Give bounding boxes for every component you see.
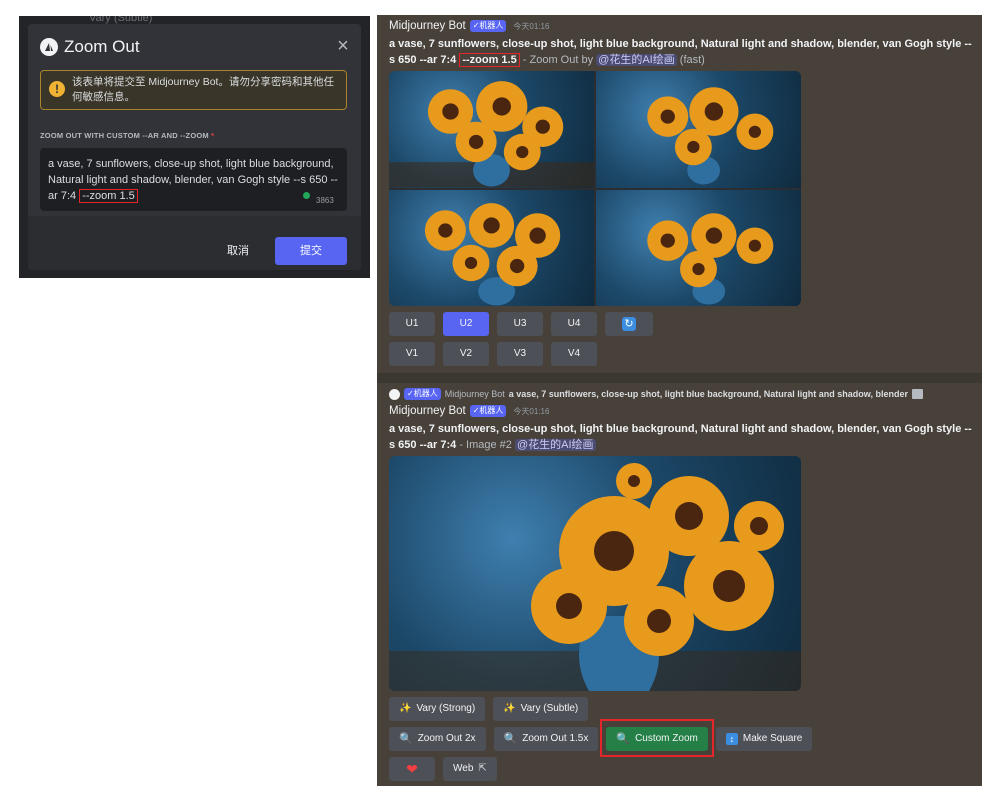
midjourney-logo-icon — [40, 38, 58, 56]
prompt-textarea[interactable]: a vase, 7 sunflowers, close-up shot, lig… — [40, 148, 347, 211]
grid-image-2[interactable] — [596, 71, 801, 188]
zoom-out-2x-button[interactable]: 🔍 Zoom Out 2x — [389, 727, 486, 751]
make-square-label: Make Square — [742, 733, 803, 744]
timestamp: 今天01:16 — [513, 21, 550, 31]
background-vary-subtle-text: Vary (Subtle) — [89, 16, 153, 24]
message-header: Midjourney Bot ✓机器人 今天01:16 — [389, 405, 549, 417]
message-content: a vase, 7 sunflowers, close-up shot, lig… — [389, 421, 974, 453]
zoom-field-label: ZOOM OUT WITH CUSTOM --AR AND --ZOOM * — [40, 131, 214, 140]
vary-button-row: ✨ Vary (Strong) ✨ Vary (Subtle) — [389, 697, 589, 721]
v3-button[interactable]: V3 — [497, 342, 543, 366]
cancel-button[interactable]: 取消 — [218, 238, 258, 264]
magnify-icon: 🔍 — [399, 733, 413, 745]
vary-subtle-label: Vary (Subtle) — [520, 703, 579, 714]
bot-badge: ✓机器人 — [404, 388, 441, 400]
upscaled-image[interactable] — [389, 456, 801, 691]
zoom-out-2x-label: Zoom Out 2x — [417, 733, 476, 744]
warning-text: 该表单将提交至 Midjourney Bot。请勿分享密码和其他任何敏感信息。 — [72, 76, 334, 103]
zoom-out-suffix: - Zoom Out by — [519, 54, 597, 66]
warning-icon: ! — [49, 81, 65, 97]
reply-reference[interactable]: ✓机器人 Midjourney Bot a vase, 7 sunflowers… — [389, 388, 923, 400]
close-icon[interactable]: × — [333, 36, 353, 56]
bot-avatar-icon — [389, 388, 400, 400]
u4-button[interactable]: U4 — [551, 312, 597, 336]
v4-button[interactable]: V4 — [551, 342, 597, 366]
v1-button[interactable]: V1 — [389, 342, 435, 366]
action-button-row: ❤ Web ⇱ — [389, 757, 497, 781]
character-count: 3863 — [316, 196, 334, 205]
web-label: Web — [453, 763, 474, 774]
user-mention[interactable]: @花生的AI绘画 — [514, 439, 596, 451]
image-icon — [911, 389, 923, 399]
u2-button[interactable]: U2 — [443, 312, 489, 336]
mode-label: (fast) — [676, 54, 705, 66]
vary-subtle-button[interactable]: ✨ Vary (Subtle) — [493, 697, 589, 721]
web-button[interactable]: Web ⇱ — [443, 757, 497, 781]
image-number-suffix: - Image #2 — [456, 439, 515, 451]
author-name[interactable]: Midjourney Bot — [389, 20, 466, 32]
custom-zoom-highlight — [600, 719, 714, 757]
user-mention[interactable]: @花生的AI绘画 — [596, 54, 677, 66]
zoom-value-highlight: --zoom 1.5 — [79, 189, 138, 203]
grid-image-1[interactable] — [389, 71, 594, 188]
sparkle-icon: ✨ — [503, 703, 516, 714]
reply-author: Midjourney Bot — [444, 389, 505, 399]
zoom-out-1-5x-label: Zoom Out 1.5x — [522, 733, 589, 744]
v2-button[interactable]: V2 — [443, 342, 489, 366]
grid-image-4[interactable] — [596, 189, 801, 306]
status-dot-icon — [303, 192, 310, 199]
heart-icon: ❤ — [406, 761, 418, 777]
required-marker: * — [211, 131, 215, 140]
magnify-icon: 🔍 — [503, 733, 518, 745]
variation-button-row: V1 V2 V3 V4 — [389, 342, 597, 366]
arrows-vertical-icon: ↕ — [725, 733, 738, 745]
author-name[interactable]: Midjourney Bot — [389, 405, 466, 417]
reroll-button[interactable]: ↻ — [605, 312, 653, 336]
external-link-icon: ⇱ — [478, 763, 487, 774]
warning-banner: ! 该表单将提交至 Midjourney Bot。请勿分享密码和其他任何敏感信息… — [40, 70, 347, 110]
zoom-out-dialog-backdrop: Vary (Subtle) Zoom Out × ! 该表单将提交至 Midjo… — [19, 16, 370, 278]
zoom-field-label-text: ZOOM OUT WITH CUSTOM --AR AND --ZOOM — [40, 131, 209, 140]
refresh-icon: ↻ — [622, 317, 636, 331]
make-square-button[interactable]: ↕ Make Square — [715, 727, 813, 751]
zoom-out-1-5x-button[interactable]: 🔍 Zoom Out 1.5x — [493, 727, 599, 751]
vary-strong-button[interactable]: ✨ Vary (Strong) — [389, 697, 486, 721]
chat-panel: Midjourney Bot ✓机器人 今天01:16 a vase, 7 su… — [377, 15, 982, 786]
u1-button[interactable]: U1 — [389, 312, 435, 336]
message-content: a vase, 7 sunflowers, close-up shot, lig… — [389, 36, 974, 68]
bot-badge: ✓机器人 — [469, 405, 507, 417]
bot-badge: ✓机器人 — [469, 20, 507, 32]
sparkle-icon: ✨ — [399, 703, 412, 714]
image-grid — [389, 71, 801, 306]
message-header: Midjourney Bot ✓机器人 今天01:16 — [389, 20, 549, 32]
zoom-out-modal: Zoom Out × ! 该表单将提交至 Midjourney Bot。请勿分享… — [28, 24, 361, 270]
vary-strong-label: Vary (Strong) — [416, 703, 476, 714]
favorite-button[interactable]: ❤ — [389, 757, 435, 781]
message-divider — [377, 373, 982, 383]
modal-title: Zoom Out — [64, 37, 140, 56]
u3-button[interactable]: U3 — [497, 312, 543, 336]
submit-button[interactable]: 提交 — [275, 237, 347, 265]
upscale-button-row: U1 U2 U3 U4 ↻ — [389, 312, 653, 336]
zoom-value-highlight: --zoom 1.5 — [459, 53, 520, 67]
reply-text: a vase, 7 sunflowers, close-up shot, lig… — [508, 389, 908, 399]
timestamp: 今天01:16 — [513, 406, 550, 416]
grid-image-3[interactable] — [389, 189, 594, 306]
